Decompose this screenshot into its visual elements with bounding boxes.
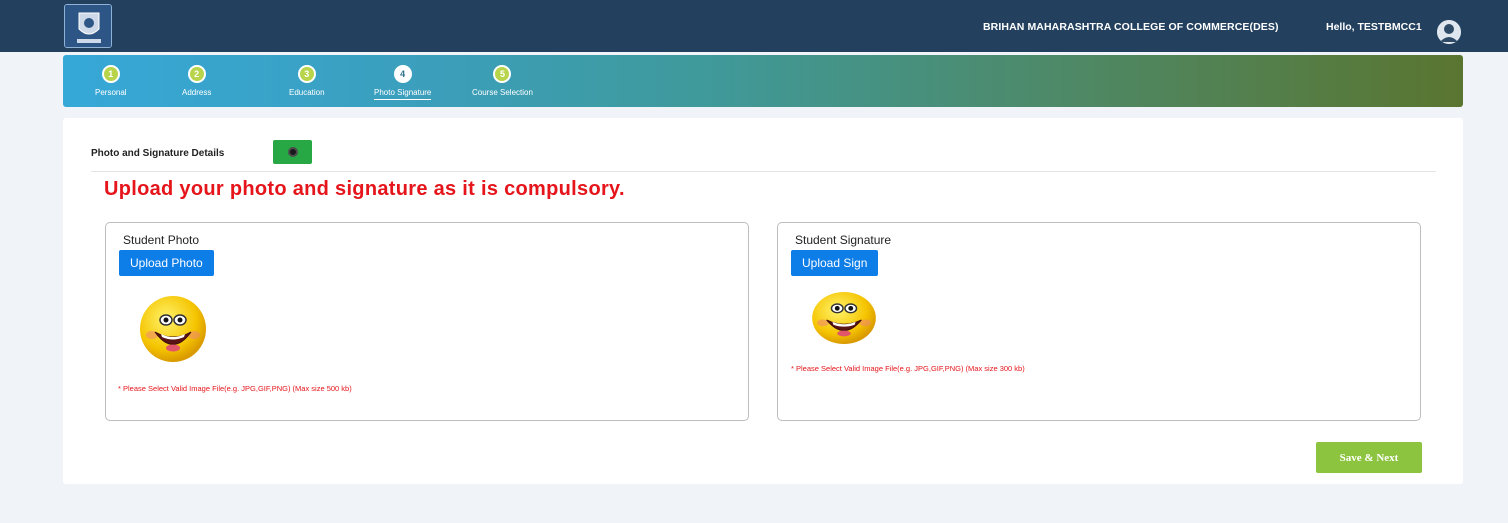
record-dot-icon <box>287 147 298 157</box>
student-signature-panel: Student Signature Upload Sign * Please S… <box>777 222 1421 421</box>
top-navbar: BRIHAN MAHARASHTRA COLLEGE OF COMMERCE(D… <box>0 0 1508 52</box>
step-address[interactable]: 2 Address <box>182 65 211 97</box>
step-label: Course Selection <box>472 88 533 97</box>
step-personal[interactable]: 1 Personal <box>95 65 127 97</box>
panel-title: Student Photo <box>123 233 200 247</box>
step-label: Personal <box>95 88 127 97</box>
upload-photo-button[interactable]: Upload Photo <box>119 250 214 276</box>
college-name: BRIHAN MAHARASHTRA COLLEGE OF COMMERCE(D… <box>983 21 1279 33</box>
upload-sign-button[interactable]: Upload Sign <box>791 250 879 276</box>
college-logo[interactable] <box>64 4 112 48</box>
student-photo-panel: Student Photo Upload Photo * Please Sele… <box>105 222 749 421</box>
compulsory-warning: Upload your photo and signature as it is… <box>104 178 625 200</box>
step-label: Address <box>182 88 212 97</box>
panel-title: Student Signature <box>795 233 892 247</box>
step-number: 2 <box>187 65 206 83</box>
hint-text: Please Select Valid Image File(e.g. JPG,… <box>796 364 1025 373</box>
step-number: 5 <box>493 65 512 83</box>
step-photo-signature[interactable]: 4 Photo Signature <box>374 65 432 100</box>
signature-file-hint: * Please Select Valid Image File(e.g. JP… <box>791 364 1025 373</box>
step-number: 3 <box>297 65 316 83</box>
step-number: 1 <box>101 65 120 83</box>
step-course-selection[interactable]: 5 Course Selection <box>472 65 533 97</box>
required-marker: * <box>791 364 794 373</box>
section-title: Photo and Signature Details <box>91 148 225 159</box>
user-greeting[interactable]: Hello, TESTBMCC1 <box>1326 21 1422 33</box>
save-next-button[interactable]: Save & Next <box>1316 442 1422 473</box>
signature-preview-smiley-icon <box>811 291 877 345</box>
step-number: 4 <box>393 65 412 83</box>
photo-preview-smiley-icon <box>139 295 207 363</box>
section-toggle-button[interactable] <box>273 140 312 164</box>
hint-text: Please Select Valid Image File(e.g. JPG,… <box>123 384 352 393</box>
registration-step-bar: 1 Personal 2 Address 3 Education 4 Photo… <box>63 55 1463 107</box>
photo-file-hint: * Please Select Valid Image File(e.g. JP… <box>118 384 352 393</box>
required-marker: * <box>118 384 121 393</box>
step-education[interactable]: 3 Education <box>289 65 325 97</box>
step-label: Photo Signature <box>374 88 432 100</box>
section-divider <box>91 171 1436 172</box>
step-label: Education <box>289 88 325 97</box>
user-avatar-icon[interactable] <box>1437 20 1461 44</box>
